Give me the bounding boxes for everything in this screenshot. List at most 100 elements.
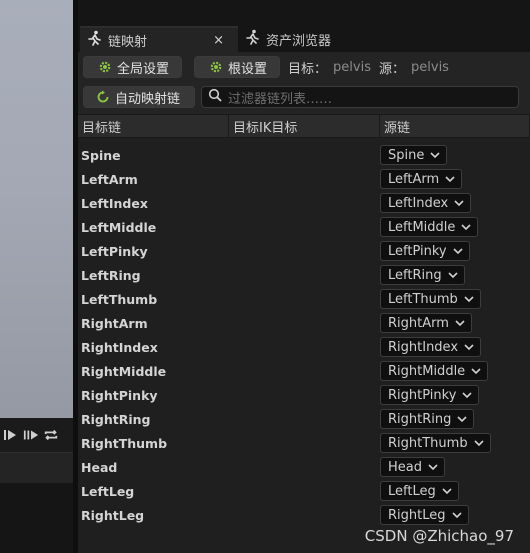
source-chain-value: LeftPinky [388, 243, 447, 259]
tab-asset-browser-label: 资产浏览器 [266, 33, 332, 49]
table-row: Spine Spine [78, 143, 530, 167]
source-chain-value: RightRing [388, 411, 452, 427]
search-icon [208, 88, 222, 106]
refresh-icon [96, 90, 110, 104]
chevron-down-icon [474, 440, 484, 447]
table-row: RightPinky RightPinky [78, 383, 530, 407]
source-chain-dropdown[interactable]: LeftRing [380, 265, 465, 285]
loop-icon[interactable] [43, 427, 59, 443]
source-chain-value: LeftIndex [388, 195, 449, 211]
target-chain-name: LeftLeg [81, 483, 135, 499]
root-settings-button[interactable]: 根设置 [194, 56, 281, 78]
target-chain-name: LeftMiddle [81, 219, 157, 235]
gear-icon [98, 60, 112, 74]
source-root-label: 源： [379, 61, 406, 77]
play-forward-icon[interactable] [3, 427, 19, 443]
viewport-preview[interactable] [0, 0, 73, 418]
source-chain-dropdown[interactable]: LeftLeg [380, 481, 459, 501]
settings-toolbar: 全局设置 根设置 目标： pelvis 源： pelvis [78, 52, 530, 80]
chevron-down-icon [454, 200, 464, 207]
source-chain-value: LeftRing [388, 267, 442, 283]
tab-chain-mapping-label: 链映射 [108, 34, 148, 50]
source-chain-dropdown[interactable]: RightRing [380, 409, 475, 429]
source-chain-dropdown[interactable]: Head [380, 457, 445, 477]
gear-icon [209, 60, 223, 74]
global-settings-button[interactable]: 全局设置 [83, 56, 183, 78]
target-chain-name: Spine [81, 147, 121, 163]
tab-chain-mapping[interactable]: 链映射 × [80, 26, 238, 52]
running-figure-icon [244, 29, 260, 49]
target-chain-name: LeftThumb [81, 291, 158, 307]
table-row: LeftThumb LeftThumb [78, 287, 530, 311]
source-chain-dropdown[interactable]: RightArm [380, 313, 472, 333]
source-chain-dropdown[interactable]: Spine [380, 145, 448, 165]
close-tab-icon[interactable]: × [207, 33, 230, 48]
column-target-ik-goal[interactable]: 目标IK目标 [229, 115, 380, 137]
search-placeholder: 过滤器链列表…… [228, 91, 333, 107]
target-chain-name: RightPinky [81, 387, 158, 403]
top-strip [78, 0, 530, 24]
root-settings-label: 根设置 [228, 61, 268, 77]
target-chain-name: Head [81, 459, 118, 475]
chevron-down-icon [461, 224, 471, 231]
source-chain-dropdown[interactable]: RightIndex [380, 337, 482, 357]
watermark: CSDN @Zhichao_97 [364, 527, 514, 545]
source-chain-dropdown[interactable]: LeftIndex [380, 193, 472, 213]
timeline-strip [0, 453, 73, 483]
source-chain-dropdown[interactable]: LeftPinky [380, 241, 470, 261]
chevron-down-icon [451, 512, 462, 519]
column-source-chain[interactable]: 源链 [380, 115, 530, 137]
chevron-down-icon [442, 488, 452, 495]
source-chain-dropdown[interactable]: RightThumb [380, 433, 491, 453]
table-row: RightArm RightArm [78, 311, 530, 335]
tab-bar: 链映射 × 资产浏览器 [78, 24, 530, 52]
tab-asset-browser[interactable]: 资产浏览器 [238, 26, 339, 52]
source-chain-dropdown[interactable]: LeftMiddle [380, 217, 479, 237]
table-row: RightRing RightRing [78, 407, 530, 431]
source-chain-value: Spine [388, 147, 425, 163]
source-chain-dropdown[interactable]: RightLeg [380, 505, 469, 525]
source-chain-value: LeftThumb [388, 291, 458, 307]
step-forward-icon[interactable] [23, 427, 39, 443]
chevron-down-icon [445, 176, 455, 183]
table-row: LeftMiddle LeftMiddle [78, 215, 530, 239]
chevron-down-icon [464, 296, 474, 303]
auto-map-chains-button[interactable]: 自动映射链 [83, 86, 196, 108]
running-figure-icon [86, 30, 102, 50]
target-root-value: pelvis [333, 59, 371, 75]
table-row: RightLeg RightLeg [78, 503, 530, 527]
source-chain-dropdown[interactable]: LeftArm [380, 169, 463, 189]
auto-map-label: 自动映射链 [115, 91, 181, 107]
playback-controls [0, 418, 76, 453]
filter-toolbar: 自动映射链 过滤器链列表…… [78, 84, 530, 110]
chain-table-header: 目标链 目标IK目标 源链 [78, 114, 530, 138]
chevron-down-icon [453, 248, 463, 255]
chevron-down-icon [464, 344, 474, 351]
table-row: LeftArm LeftArm [78, 167, 530, 191]
global-settings-label: 全局设置 [117, 61, 170, 77]
source-chain-value: RightIndex [388, 339, 459, 355]
source-chain-dropdown[interactable]: RightMiddle [380, 361, 489, 381]
table-row: RightIndex RightIndex [78, 335, 530, 359]
source-chain-value: RightLeg [388, 507, 446, 523]
table-row: LeftRing LeftRing [78, 263, 530, 287]
table-row: LeftIndex LeftIndex [78, 191, 530, 215]
target-chain-name: RightIndex [81, 339, 158, 355]
chevron-down-icon [428, 464, 438, 471]
target-chain-name: RightRing [81, 411, 151, 427]
chevron-down-icon [471, 368, 481, 375]
source-chain-dropdown[interactable]: RightPinky [380, 385, 480, 405]
chevron-down-icon [430, 152, 440, 159]
column-target-chain[interactable]: 目标链 [78, 115, 229, 137]
target-chain-name: LeftArm [81, 171, 138, 187]
target-chain-name: LeftIndex [81, 195, 148, 211]
chain-filter-search[interactable]: 过滤器链列表…… [201, 86, 520, 108]
source-chain-value: RightThumb [388, 435, 468, 451]
chain-table-body: Spine Spine LeftArm LeftArm LeftIndex LeftInd… [78, 138, 530, 527]
source-chain-dropdown[interactable]: LeftThumb [380, 289, 481, 309]
table-row: RightMiddle RightMiddle [78, 359, 530, 383]
source-chain-value: RightPinky [388, 387, 457, 403]
source-chain-value: RightArm [388, 315, 449, 331]
chevron-down-icon [457, 416, 467, 423]
table-row: LeftPinky LeftPinky [78, 239, 530, 263]
